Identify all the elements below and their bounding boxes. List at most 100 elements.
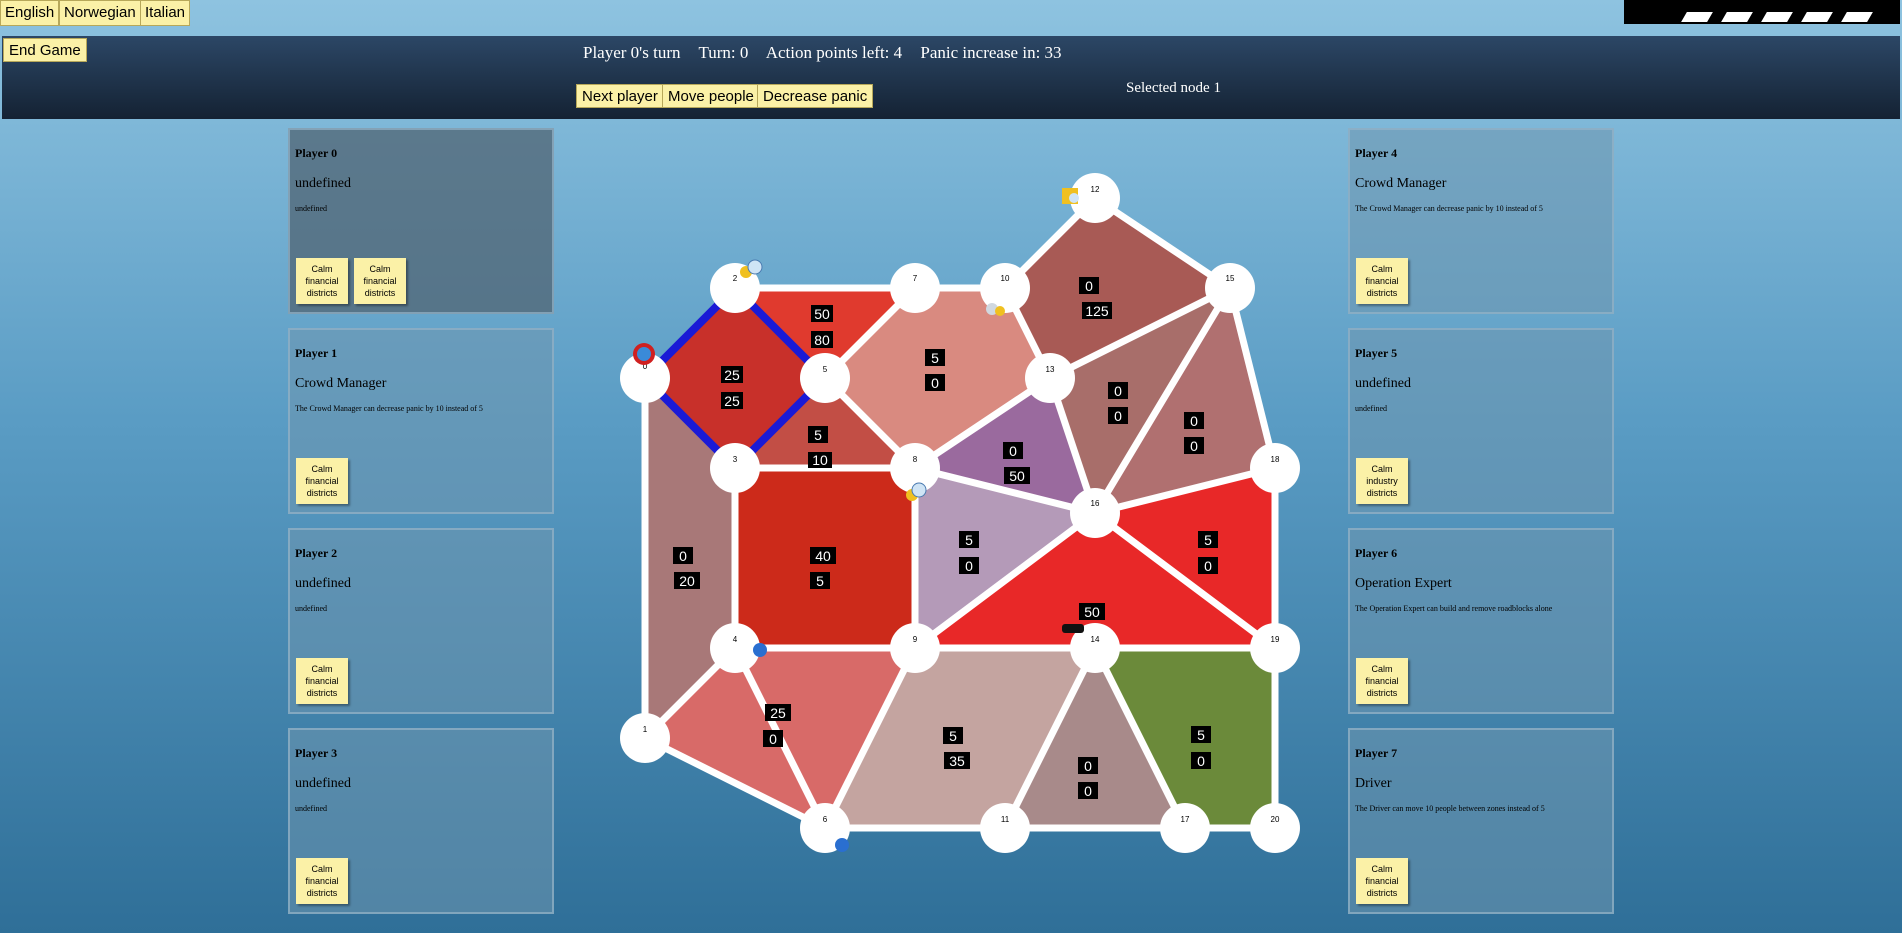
node-9[interactable]: 9 xyxy=(890,623,940,673)
svg-text:0: 0 xyxy=(965,558,973,574)
svg-text:20: 20 xyxy=(1271,815,1280,824)
player-role: Crowd Manager xyxy=(1355,176,1447,191)
player-name: Player 7 xyxy=(1355,746,1398,760)
zone-value-single: 50 xyxy=(1079,603,1105,620)
zone-5-7-10-13-8[interactable] xyxy=(825,288,1050,468)
svg-text:25: 25 xyxy=(724,367,740,383)
player-card[interactable]: Calm financial districts xyxy=(296,858,348,904)
node-16[interactable]: 16 xyxy=(1070,488,1120,538)
zone-9-14-11-6[interactable] xyxy=(825,648,1095,828)
zone-value-pair: 0 0 xyxy=(1078,757,1098,799)
move-people-button[interactable]: Move people xyxy=(662,84,760,108)
node-4[interactable]: 4 xyxy=(710,623,760,673)
node-19[interactable]: 19 xyxy=(1250,623,1300,673)
player-card[interactable]: Calm financial districts xyxy=(296,458,348,504)
svg-text:25: 25 xyxy=(724,393,740,409)
node-10[interactable]: 10 xyxy=(980,263,1030,313)
zone-10-12-15-13[interactable] xyxy=(1005,198,1230,378)
svg-text:50: 50 xyxy=(814,306,830,322)
svg-text:8: 8 xyxy=(913,455,918,464)
runner-token-icon[interactable] xyxy=(753,643,767,657)
zone-3-8-9-4[interactable] xyxy=(735,468,915,648)
node-2[interactable]: 2 xyxy=(710,263,760,313)
runner-token-icon[interactable] xyxy=(906,482,927,501)
svg-text:0: 0 xyxy=(1084,783,1092,799)
crowd-manager-token-icon[interactable] xyxy=(633,343,655,365)
zone-13-8-16[interactable] xyxy=(915,378,1095,513)
node-12[interactable]: 12 xyxy=(1070,173,1120,223)
player-card[interactable]: Calm industry districts xyxy=(1356,458,1408,504)
next-player-button[interactable]: Next player xyxy=(576,84,664,108)
zone-value-pair: 0 125 xyxy=(1079,277,1112,319)
turn-status: Player 0's turn Turn: 0 Action points le… xyxy=(583,43,1076,63)
svg-text:9: 9 xyxy=(913,635,918,644)
zone-2-7-5[interactable] xyxy=(735,288,915,378)
svg-text:0: 0 xyxy=(1114,383,1122,399)
runner-token-icon[interactable] xyxy=(835,838,849,852)
zone-value-pair: 25 25 xyxy=(721,366,743,409)
node-5[interactable]: 5 xyxy=(800,353,850,403)
zone-1-4-9-6[interactable] xyxy=(645,648,915,828)
car-token-icon[interactable] xyxy=(1062,624,1084,633)
language-norwegian-button[interactable]: Norwegian xyxy=(59,0,141,26)
selected-node-label: Selected node 1 xyxy=(1126,80,1221,96)
svg-text:11: 11 xyxy=(1001,815,1010,824)
player-card[interactable]: Calm financial districts xyxy=(1356,258,1408,304)
player-card[interactable]: Calm financial districts xyxy=(354,258,406,304)
zone-5-8-3[interactable] xyxy=(735,378,915,468)
operation-expert-token-icon[interactable] xyxy=(1062,188,1079,204)
svg-text:20: 20 xyxy=(679,573,695,589)
svg-text:40: 40 xyxy=(815,548,831,564)
player-role-desc: The Crowd Manager can decrease panic by … xyxy=(295,404,483,413)
svg-text:5: 5 xyxy=(965,532,973,548)
node-8[interactable]: 8 xyxy=(890,443,940,493)
node-13[interactable]: 13 xyxy=(1025,353,1075,403)
node-3[interactable]: 3 xyxy=(710,443,760,493)
node-7[interactable]: 7 xyxy=(890,263,940,313)
node-0[interactable]: 0 xyxy=(620,353,670,403)
decrease-panic-button[interactable]: Decrease panic xyxy=(757,84,874,108)
zone-14-19-20-17[interactable] xyxy=(1095,648,1275,828)
node-20[interactable]: 20 xyxy=(1250,803,1300,853)
player-card[interactable]: Calm financial districts xyxy=(1356,858,1408,904)
player-panel-1: Player 1 Crowd Manager The Crowd Manager… xyxy=(288,328,554,514)
language-english-button[interactable]: English xyxy=(0,0,60,26)
svg-text:15: 15 xyxy=(1226,274,1235,283)
highlighted-roads xyxy=(642,285,828,471)
zone-13-15-16[interactable] xyxy=(1050,288,1230,513)
player-card[interactable]: Calm financial districts xyxy=(1356,658,1408,704)
player-card[interactable]: Calm financial districts xyxy=(296,658,348,704)
zone-16-18-19-9[interactable] xyxy=(915,468,1275,648)
panic-increase: Panic increase in: 33 xyxy=(920,43,1062,62)
zone-0-3-4-1[interactable] xyxy=(645,378,735,738)
node-11[interactable]: 11 xyxy=(980,803,1030,853)
svg-text:16: 16 xyxy=(1091,499,1100,508)
language-italian-button[interactable]: Italian xyxy=(140,0,191,26)
driver-token-icon[interactable] xyxy=(986,303,1005,316)
node-15[interactable]: 15 xyxy=(1205,263,1255,313)
zone-values: 50 80 25 25 5 0 0 125 0 0 0 0 5 10 0 50 … xyxy=(673,277,1218,799)
node-18[interactable]: 18 xyxy=(1250,443,1300,493)
node-6[interactable]: 6 xyxy=(800,803,850,853)
svg-text:5: 5 xyxy=(949,728,957,744)
svg-text:0: 0 xyxy=(1084,758,1092,774)
svg-text:5: 5 xyxy=(816,573,824,589)
zone-0-2-5-3[interactable] xyxy=(645,288,825,468)
runner-token-icon[interactable] xyxy=(740,259,763,278)
node-17[interactable]: 17 xyxy=(1160,803,1210,853)
player-card[interactable]: Calm financial districts xyxy=(296,258,348,304)
svg-text:1: 1 xyxy=(643,725,648,734)
zone-8-16-9[interactable] xyxy=(915,468,1095,648)
turn-player: Player 0's turn xyxy=(583,43,681,62)
node-14[interactable]: 14 xyxy=(1070,623,1120,673)
roads xyxy=(641,194,1279,832)
svg-text:50: 50 xyxy=(1009,468,1025,484)
end-game-button[interactable]: End Game xyxy=(3,38,87,62)
player-role: undefined xyxy=(295,576,351,591)
zone-value-pair: 5 35 xyxy=(943,727,970,769)
zone-14-17-11[interactable] xyxy=(1005,648,1185,828)
svg-text:0: 0 xyxy=(1204,558,1212,574)
node-1[interactable]: 1 xyxy=(620,713,670,763)
zone-15-18-16[interactable] xyxy=(1095,288,1275,513)
action-points: Action points left: 4 xyxy=(765,43,903,62)
